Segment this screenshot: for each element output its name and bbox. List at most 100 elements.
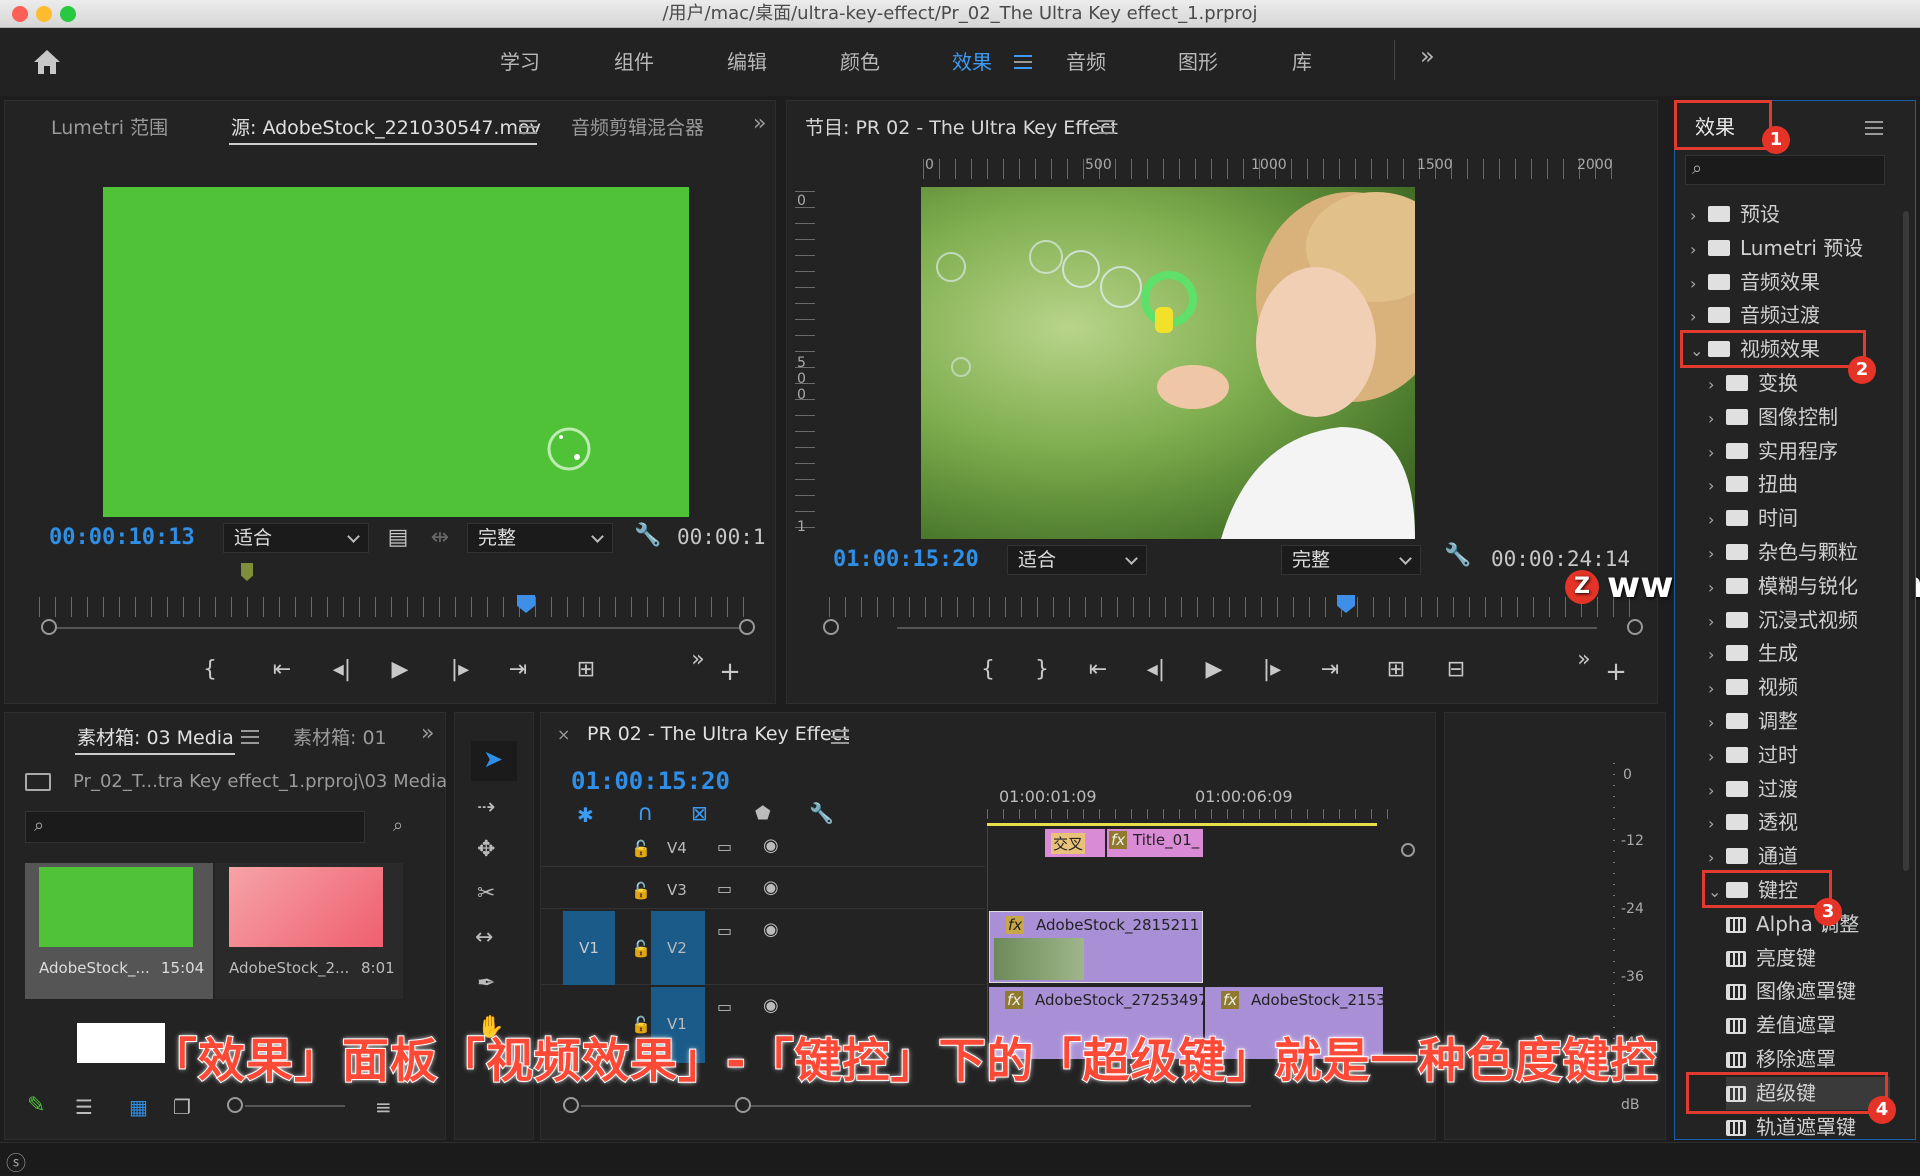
effects-tree-item[interactable]: › 沉浸式视频 bbox=[1708, 604, 1858, 637]
timeline-zoom-left-knob[interactable] bbox=[563, 1097, 579, 1113]
effects-tree-item[interactable]: › 生成 bbox=[1708, 637, 1798, 670]
source-export-frame-icon[interactable]: ▤ bbox=[381, 525, 415, 550]
source-audio-icon[interactable]: ⇹ bbox=[423, 525, 457, 550]
timeline-menu-icon[interactable] bbox=[831, 730, 849, 744]
source-zoom-left-knob[interactable] bbox=[41, 619, 57, 635]
list-view-icon[interactable]: ☰ bbox=[75, 1095, 93, 1119]
program-panel-menu-icon[interactable] bbox=[1097, 120, 1115, 134]
source-go-to-in-icon[interactable]: ⇤ bbox=[265, 657, 299, 682]
program-zoom-bar[interactable] bbox=[897, 627, 1597, 629]
program-fit-dropdown[interactable]: 适合 bbox=[1007, 545, 1147, 575]
media-item[interactable]: AdobeStock_2... 8:01 bbox=[215, 863, 403, 999]
workspace-tab-color[interactable]: 颜色 bbox=[840, 46, 880, 75]
source-timecode[interactable]: 00:00:10:13 bbox=[49, 525, 195, 550]
program-timecode[interactable]: 01:00:15:20 bbox=[833, 547, 979, 572]
sync-lock-icon[interactable]: ▭ bbox=[717, 997, 732, 1016]
bin-panel-menu-icon[interactable] bbox=[241, 730, 259, 744]
sync-lock-icon[interactable]: ▭ bbox=[717, 837, 732, 856]
tab-source[interactable]: 源: AdobeStock_221030547.mov bbox=[231, 113, 541, 140]
effects-tree-item[interactable]: › 音频效果 bbox=[1690, 266, 1820, 299]
effects-panel-menu-icon[interactable] bbox=[1865, 121, 1883, 135]
minimize-window-button[interactable] bbox=[36, 6, 52, 22]
workspace-tab-editing[interactable]: 编辑 bbox=[727, 46, 767, 75]
workspace-tab-assembly[interactable]: 组件 bbox=[614, 46, 654, 75]
selection-tool[interactable]: ➤ bbox=[471, 741, 517, 781]
chevron-right-icon[interactable]: › bbox=[1708, 476, 1726, 495]
find-icon[interactable]: ⌕ bbox=[393, 815, 403, 836]
program-zoom-right-knob[interactable] bbox=[1627, 619, 1643, 635]
freeform-view-icon[interactable]: ❐ bbox=[173, 1095, 191, 1119]
chevron-right-icon[interactable]: › bbox=[1708, 578, 1726, 597]
program-play-icon[interactable]: ▶ bbox=[1197, 657, 1231, 682]
workspace-tab-libraries[interactable]: 库 bbox=[1292, 46, 1312, 75]
project-panel-overflow-icon[interactable]: » bbox=[421, 721, 434, 746]
eye-icon[interactable]: ◉ bbox=[763, 919, 779, 940]
eye-icon[interactable]: ◉ bbox=[763, 877, 779, 898]
program-go-to-out-icon[interactable]: ⇥ bbox=[1313, 657, 1347, 682]
workspace-effects-menu-icon[interactable] bbox=[1014, 55, 1032, 69]
chevron-right-icon[interactable]: › bbox=[1708, 747, 1726, 766]
program-settings-wrench-icon[interactable]: 🔧 bbox=[1441, 543, 1475, 568]
chevron-right-icon[interactable]: › bbox=[1708, 713, 1726, 732]
source-panel-overflow-icon[interactable]: » bbox=[753, 111, 766, 136]
workspace-tab-graphics[interactable]: 图形 bbox=[1178, 46, 1218, 75]
timeline-ruler[interactable] bbox=[987, 809, 1395, 819]
source-settings-wrench-icon[interactable]: 🔧 bbox=[631, 523, 665, 548]
program-go-to-in-icon[interactable]: ⇤ bbox=[1081, 657, 1115, 682]
lock-icon[interactable]: 🔓 bbox=[631, 939, 651, 958]
program-more-controls-icon[interactable]: » bbox=[1567, 647, 1601, 672]
media-item[interactable]: AdobeStock_... 15:04 bbox=[25, 863, 213, 999]
parent-folder-icon[interactable] bbox=[25, 773, 51, 791]
icon-view-icon[interactable]: ▦ bbox=[129, 1095, 148, 1119]
program-step-back-icon[interactable]: ◂| bbox=[1139, 657, 1173, 682]
effects-tree-item[interactable]: › 视频 bbox=[1708, 671, 1798, 704]
program-step-forward-icon[interactable]: |▸ bbox=[1255, 657, 1289, 682]
workspace-tab-learn[interactable]: 学习 bbox=[500, 46, 540, 75]
chevron-right-icon[interactable]: › bbox=[1708, 409, 1726, 428]
chevron-right-icon[interactable]: › bbox=[1708, 443, 1726, 462]
source-step-forward-icon[interactable]: |▸ bbox=[443, 657, 477, 682]
effects-tree-item[interactable]: › 过时 bbox=[1708, 739, 1798, 772]
source-fit-dropdown[interactable]: 适合 bbox=[223, 523, 369, 553]
effects-tree-item[interactable]: › 杂色与颗粒 bbox=[1708, 536, 1858, 569]
track-label-v4[interactable]: V4 bbox=[667, 839, 687, 857]
close-timeline-icon[interactable]: × bbox=[557, 725, 570, 744]
source-step-back-icon[interactable]: ◂| bbox=[325, 657, 359, 682]
timeline-settings-icon[interactable]: 🔧 bbox=[809, 801, 834, 825]
program-add-button-icon[interactable]: + bbox=[1599, 657, 1633, 687]
source-zoom-right-knob[interactable] bbox=[739, 619, 755, 635]
program-mark-in-icon[interactable]: { bbox=[971, 657, 1005, 682]
effects-tree-item[interactable]: › Lumetri 预设 bbox=[1690, 232, 1863, 265]
chevron-right-icon[interactable]: › bbox=[1690, 274, 1708, 293]
track-label-v2[interactable]: V2 bbox=[667, 939, 687, 957]
add-marker-icon[interactable]: ⬟ bbox=[755, 803, 771, 824]
program-time-ruler[interactable] bbox=[829, 597, 1631, 617]
effects-tree-item[interactable]: › 透视 bbox=[1708, 806, 1798, 839]
title-clip[interactable]: fx Title_01_ bbox=[1107, 829, 1203, 857]
effects-scrollbar[interactable] bbox=[1903, 211, 1909, 871]
source-play-icon[interactable]: ▶ bbox=[383, 657, 417, 682]
effects-search-input[interactable]: ⌕ bbox=[1685, 155, 1885, 185]
timeline-timecode[interactable]: 01:00:15:20 bbox=[571, 767, 730, 795]
program-zoom-left-knob[interactable] bbox=[823, 619, 839, 635]
linked-selection-icon[interactable]: ⊠ bbox=[691, 801, 708, 825]
program-extract-icon[interactable]: ⊟ bbox=[1439, 657, 1473, 682]
effects-tree-item[interactable]: 轨道遮罩键 bbox=[1726, 1111, 1856, 1144]
effects-tree-item[interactable]: › 音频过渡 bbox=[1690, 299, 1820, 332]
chevron-right-icon[interactable]: › bbox=[1708, 679, 1726, 698]
effects-tree-item[interactable]: › 变换 bbox=[1708, 367, 1798, 400]
source-panel-menu-icon[interactable] bbox=[519, 120, 537, 134]
tab-audio-clip-mixer[interactable]: 音频剪辑混合器 bbox=[571, 113, 704, 140]
effects-tree-item[interactable]: › 通道 bbox=[1708, 840, 1798, 873]
tab-bin-03-media[interactable]: 素材箱: 03 Media bbox=[77, 723, 234, 750]
thumbnail-zoom-slider[interactable] bbox=[227, 1097, 243, 1113]
source-go-to-out-icon[interactable]: ⇥ bbox=[501, 657, 535, 682]
sort-icon[interactable]: ≡ bbox=[375, 1095, 392, 1119]
chevron-right-icon[interactable]: › bbox=[1708, 814, 1726, 833]
chevron-right-icon[interactable]: › bbox=[1708, 510, 1726, 529]
timeline-title[interactable]: PR 02 - The Ultra Key Effect bbox=[587, 723, 849, 745]
source-insert-icon[interactable]: ⊞ bbox=[569, 657, 603, 682]
effects-tree-item[interactable]: › 扭曲 bbox=[1708, 468, 1798, 501]
workspace-tab-effects[interactable]: 效果 bbox=[952, 46, 992, 75]
tab-lumetri-scopes[interactable]: Lumetri 范围 bbox=[51, 113, 168, 140]
